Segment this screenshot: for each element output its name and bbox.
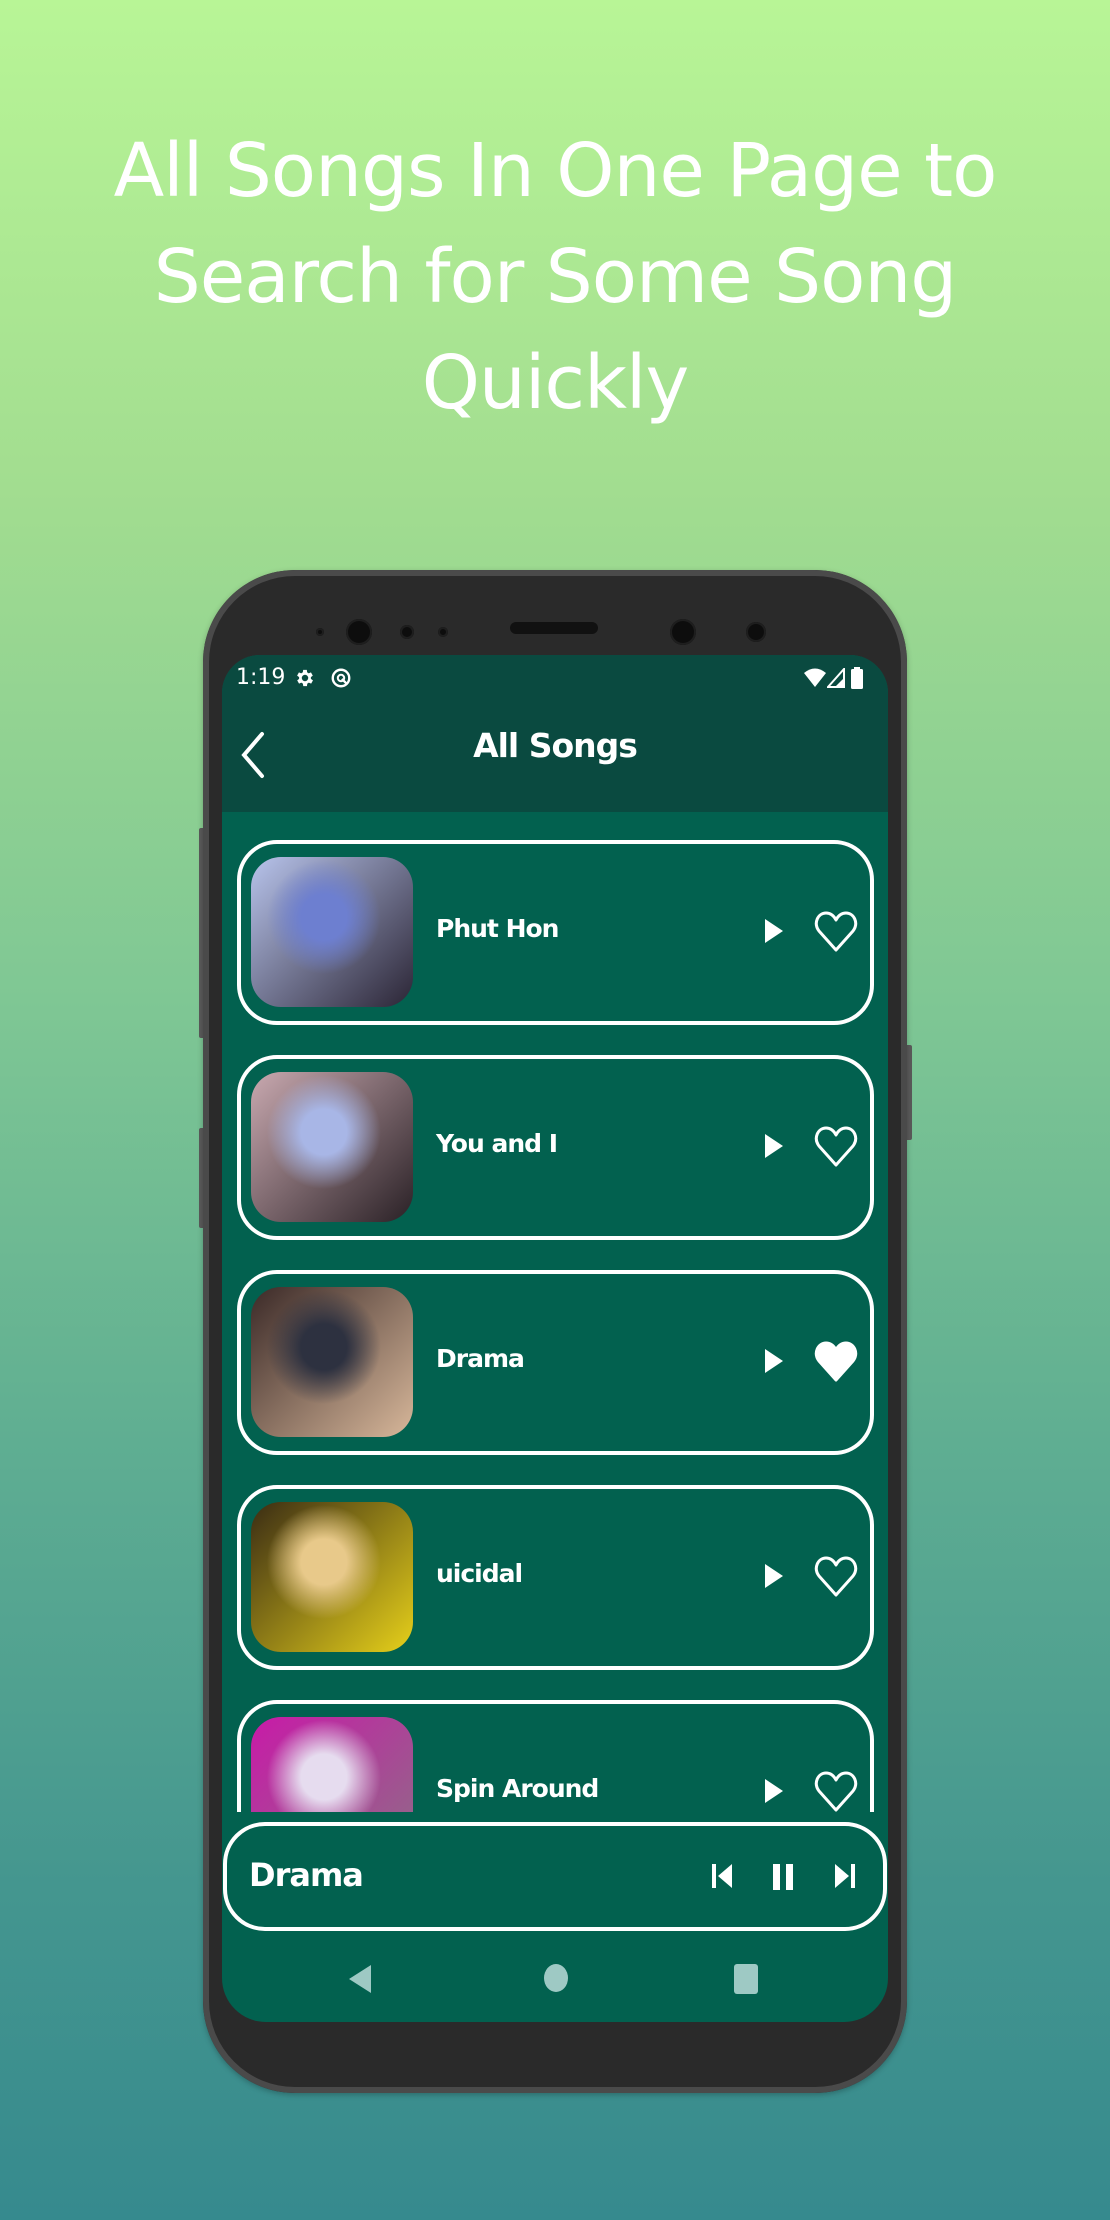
song-thumbnail — [251, 1287, 413, 1437]
favorite-button[interactable] — [814, 1340, 860, 1384]
skip-next-button[interactable] — [833, 1862, 857, 1895]
play-icon — [765, 1349, 783, 1373]
status-bar: 1:19 — [222, 655, 888, 700]
wifi-icon — [804, 668, 826, 692]
heart-filled-icon — [814, 1341, 858, 1382]
play-song-button[interactable] — [763, 1132, 787, 1162]
data-saver-icon — [330, 667, 352, 693]
heart-outline-icon — [814, 1771, 858, 1812]
skip-previous-button[interactable] — [710, 1862, 734, 1895]
song-thumbnail — [251, 1717, 413, 1812]
song-thumbnail — [251, 1502, 413, 1652]
now-playing-title: Drama — [249, 1856, 364, 1894]
headline-line-2: Search for Some Song — [153, 234, 958, 320]
nav-home-button[interactable] — [543, 1963, 569, 1998]
song-card[interactable]: Spin Around — [237, 1700, 874, 1812]
front-camera — [670, 619, 696, 645]
song-title: Phut Hon — [436, 914, 559, 943]
song-title: Drama — [436, 1344, 525, 1373]
skip-next-icon — [835, 1864, 855, 1888]
song-title: Spin Around — [436, 1774, 599, 1803]
status-time: 1:19 — [236, 665, 286, 690]
song-card[interactable]: Drama — [237, 1270, 874, 1455]
phone-top-bezel — [203, 570, 907, 660]
battery-icon — [851, 667, 863, 693]
play-icon — [765, 1779, 783, 1803]
cell-signal-icon — [825, 666, 845, 692]
sensor-dot — [400, 625, 414, 639]
play-icon — [765, 1134, 783, 1158]
headline-line-1: All Songs In One Page to — [113, 128, 998, 214]
app-bar: All Songs — [222, 700, 888, 812]
pause-icon — [773, 1864, 793, 1890]
back-triangle-icon — [349, 1965, 371, 1993]
favorite-button[interactable] — [814, 1125, 860, 1169]
sensor-dot — [438, 627, 448, 637]
pause-button[interactable] — [771, 1862, 795, 1897]
skip-previous-icon — [712, 1864, 732, 1888]
recents-square-icon — [734, 1964, 758, 1994]
play-song-button[interactable] — [763, 917, 787, 947]
song-title: You and I — [436, 1129, 558, 1158]
play-song-button[interactable] — [763, 1777, 787, 1807]
song-card[interactable]: Phut Hon — [237, 840, 874, 1025]
play-icon — [765, 919, 783, 943]
app-screen: 1:19 All Songs Phut Hon You and I Drama … — [222, 655, 888, 2022]
sensor-dot — [746, 622, 766, 642]
nav-recents-button[interactable] — [733, 1963, 759, 2000]
play-song-button[interactable] — [763, 1347, 787, 1377]
headline-line-3: Quickly — [421, 340, 690, 426]
gear-icon — [294, 667, 316, 693]
heart-outline-icon — [814, 911, 858, 952]
song-thumbnail — [251, 857, 413, 1007]
play-song-button[interactable] — [763, 1562, 787, 1592]
song-list[interactable]: Phut Hon You and I Drama uicidal Spin Around — [222, 812, 888, 1812]
song-card[interactable]: uicidal — [237, 1485, 874, 1670]
sensor-dot — [316, 628, 324, 636]
favorite-button[interactable] — [814, 1770, 860, 1812]
now-playing-bar[interactable]: Drama — [223, 1822, 887, 1931]
favorite-button[interactable] — [814, 1555, 860, 1599]
heart-outline-icon — [814, 1126, 858, 1167]
promo-headline: All Songs In One Page to Search for Some… — [0, 118, 1110, 436]
song-title: uicidal — [436, 1559, 523, 1588]
phone-frame: 1:19 All Songs Phut Hon You and I Drama … — [203, 570, 907, 2093]
song-thumbnail — [251, 1072, 413, 1222]
play-icon — [765, 1564, 783, 1588]
nav-back-button[interactable] — [347, 1963, 373, 2000]
page-title: All Songs — [473, 726, 638, 765]
front-camera — [346, 619, 372, 645]
system-nav-bar — [222, 1935, 888, 2022]
song-card[interactable]: You and I — [237, 1055, 874, 1240]
earpiece-speaker — [510, 622, 598, 634]
favorite-button[interactable] — [814, 910, 860, 954]
home-circle-icon — [544, 1964, 568, 1992]
heart-outline-icon — [814, 1556, 858, 1597]
